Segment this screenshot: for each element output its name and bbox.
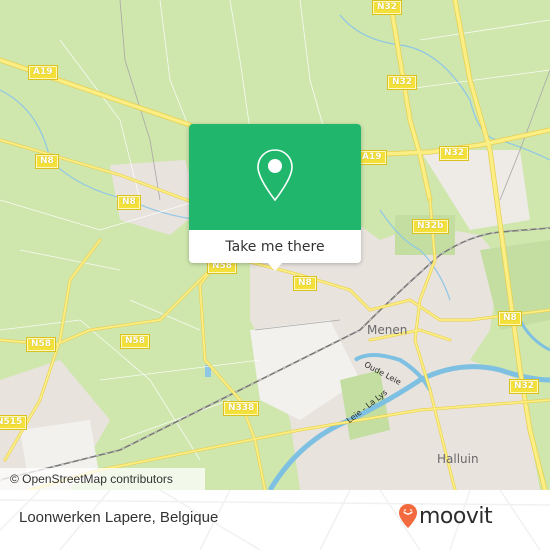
road-shield-n32: N32 bbox=[386, 75, 418, 90]
popup-header bbox=[189, 124, 361, 230]
place-label-menen: Menen bbox=[367, 323, 408, 337]
road-shield-n8: N8 bbox=[117, 195, 141, 210]
road-shield-n8: N8 bbox=[498, 311, 522, 326]
location-popup: Take me there bbox=[189, 124, 361, 271]
road-shield-n338: N338 bbox=[222, 401, 260, 416]
moovit-pin-icon bbox=[399, 504, 417, 528]
road-shield-n32: N32 bbox=[508, 379, 540, 394]
place-name: Loonwerken Lapere, Belgique bbox=[19, 509, 219, 526]
road-shield-a19: A19 bbox=[357, 150, 387, 165]
road-shield-n32: N32 bbox=[438, 146, 470, 161]
moovit-logo[interactable]: moovit bbox=[398, 503, 493, 529]
map[interactable]: A19 N8 N8 N32 N32 A19 N32 N32b N58 N8 N5… bbox=[0, 0, 550, 490]
map-attribution[interactable]: © OpenStreetMap contributors bbox=[0, 468, 205, 490]
road-shield-n8: N8 bbox=[293, 276, 317, 291]
place-label-halluin: Halluin bbox=[437, 452, 479, 466]
road-shield-n32b: N32b bbox=[412, 219, 449, 234]
location-pin-icon bbox=[257, 149, 293, 202]
road-shield-n32: N32 bbox=[371, 0, 403, 15]
road-shield-n515: N515 bbox=[0, 415, 28, 430]
moovit-wordmark: moovit bbox=[419, 503, 493, 529]
road-shield-n8: N8 bbox=[35, 154, 59, 169]
road-shield-a19: A19 bbox=[28, 65, 58, 80]
popup-pointer bbox=[268, 263, 282, 271]
road-shield-n58: N58 bbox=[25, 337, 57, 352]
take-me-there-button[interactable]: Take me there bbox=[189, 230, 361, 263]
footer: Loonwerken Lapere, Belgique moovit bbox=[0, 490, 550, 550]
road-shield-n58: N58 bbox=[119, 334, 151, 349]
